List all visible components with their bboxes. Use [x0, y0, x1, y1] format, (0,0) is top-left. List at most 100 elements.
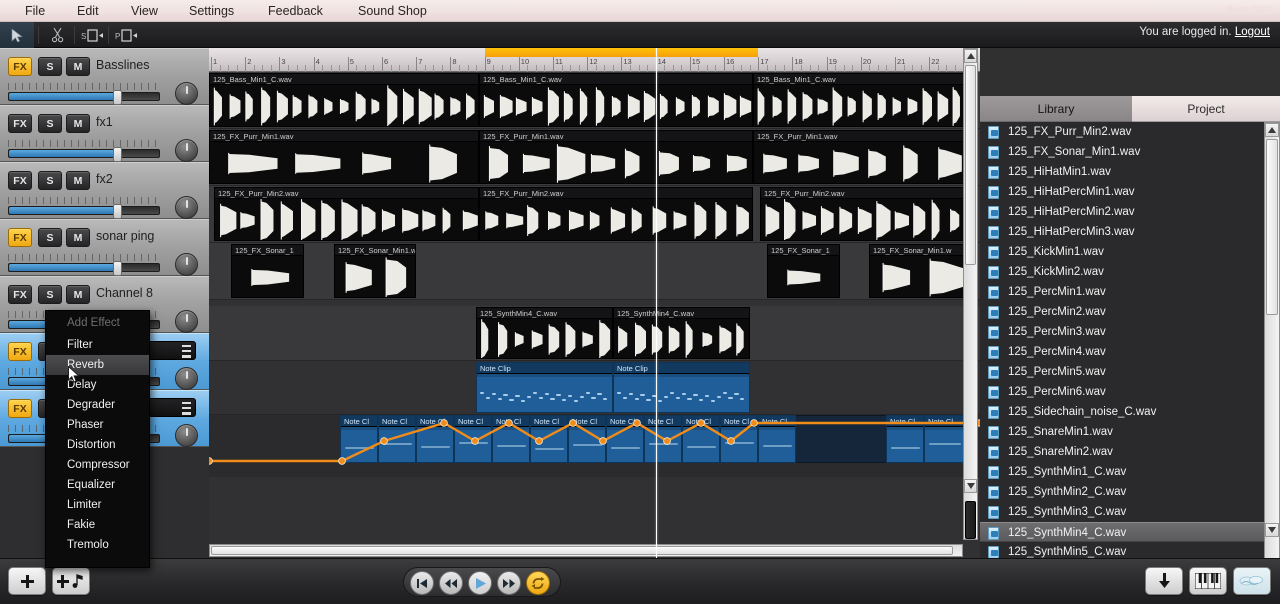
add-note-track-button[interactable] [52, 567, 90, 595]
track-solo-button[interactable]: S [38, 114, 62, 133]
tab-library[interactable]: Library [980, 96, 1132, 122]
context-menu-item[interactable]: Reverb [46, 355, 149, 375]
audio-clip[interactable]: 125_SynthMin4_C.wav [613, 307, 750, 359]
automation-node[interactable] [440, 419, 448, 427]
menu-edit[interactable]: Edit [77, 3, 99, 19]
arrangement-vertical-scrollbar[interactable] [963, 48, 978, 540]
library-file-item[interactable]: 125_HiHatPercMin3.wav [980, 222, 1264, 242]
context-menu-item[interactable]: Filter [46, 335, 149, 355]
add-effect-context-menu[interactable]: Add Effect Filter Reverb Delay Degrader Phas… [45, 310, 150, 568]
library-file-item[interactable]: 125_SynthMin1_C.wav [980, 462, 1264, 482]
track-fx-button[interactable]: FX [8, 57, 32, 76]
audio-clip[interactable]: 125_FX_Sonar_1 [767, 244, 840, 298]
automation-node[interactable] [380, 437, 388, 445]
track-fx-button[interactable]: FX [8, 342, 32, 361]
loop-toggle-button[interactable] [526, 571, 550, 595]
track-header[interactable]: FX S Mfx1 [0, 105, 209, 162]
audio-clip[interactable]: 125_FX_Sonar_Min1.wav [334, 244, 416, 298]
fader-handle[interactable] [113, 261, 123, 276]
tab-project[interactable]: Project [1132, 96, 1280, 122]
audio-clip[interactable]: 125_FX_Purr_Min1.wav [479, 130, 753, 184]
library-file-item[interactable]: 125_FX_Purr_Min2.wav [980, 122, 1264, 142]
track-solo-button[interactable]: S [38, 171, 62, 190]
track-pan-knob[interactable] [175, 310, 198, 333]
note-clip[interactable]: Note Clip [476, 362, 613, 413]
sample-browser-button[interactable] [1233, 567, 1271, 595]
library-file-item[interactable]: 125_SynthMin4_C.wav [980, 522, 1264, 542]
library-scroll-down-arrow[interactable] [1265, 523, 1279, 537]
track-pan-knob[interactable] [175, 139, 198, 162]
menu-feedback[interactable]: Feedback [268, 3, 323, 19]
library-file-item[interactable]: 125_KickMin2.wav [980, 262, 1264, 282]
track-mute-button[interactable]: M [66, 57, 90, 76]
library-file-item[interactable]: 125_PercMin5.wav [980, 362, 1264, 382]
track-lane[interactable]: 125_FX_Sonar_1 125_FX_Sonar_Min1.wav 125_F… [209, 243, 980, 300]
download-button[interactable] [1145, 567, 1183, 595]
context-menu-item[interactable]: Fakie [46, 515, 149, 535]
track-fx-button[interactable]: FX [8, 171, 32, 190]
menu-settings[interactable]: Settings [189, 3, 234, 19]
context-menu-item[interactable]: Tremolo [46, 535, 149, 555]
library-file-item[interactable]: 125_HiHatPercMin2.wav [980, 202, 1264, 222]
automation-node[interactable] [505, 419, 513, 427]
menu-sound-shop[interactable]: Sound Shop [358, 3, 427, 19]
audio-clip[interactable]: 125_SynthMin4_C.wav [476, 307, 613, 359]
audio-clip[interactable]: 125_FX_Sonar_Min1.w [869, 244, 965, 298]
library-file-item[interactable]: 125_PercMin6.wav [980, 382, 1264, 402]
track-solo-button[interactable]: S [38, 57, 62, 76]
context-menu-item[interactable]: Delay [46, 375, 149, 395]
add-track-button[interactable] [8, 567, 46, 595]
track-pan-knob[interactable] [175, 253, 198, 276]
paste-tool-button[interactable]: P [110, 22, 144, 48]
skip-to-start-button[interactable] [410, 571, 434, 595]
track-header[interactable]: FX S Msonar ping [0, 219, 209, 276]
library-file-item[interactable]: 125_SnareMin1.wav [980, 422, 1264, 442]
automation-node[interactable] [750, 419, 758, 427]
library-file-item[interactable]: 125_PercMin1.wav [980, 282, 1264, 302]
automation-node[interactable] [663, 437, 671, 445]
keyboard-button[interactable] [1189, 567, 1227, 595]
context-menu-item[interactable]: Degrader [46, 395, 149, 415]
track-volume-fader[interactable] [8, 204, 160, 219]
cut-tool-button[interactable] [40, 22, 74, 48]
library-file-item[interactable]: 125_HiHatPercMin1.wav [980, 182, 1264, 202]
track-fx-button[interactable]: FX [8, 114, 32, 133]
audio-clip[interactable]: 125_FX_Purr_Min1.wav [753, 130, 965, 184]
automation-node[interactable] [599, 437, 607, 445]
automation-node[interactable] [727, 437, 735, 445]
audio-clip[interactable]: 125_FX_Purr_Min2.wav [214, 187, 479, 241]
track-pan-knob[interactable] [175, 367, 198, 390]
logout-link[interactable]: Logout [1235, 26, 1270, 38]
library-file-item[interactable]: 125_HiHatMin1.wav [980, 162, 1264, 182]
track-pan-knob[interactable] [175, 424, 198, 447]
library-file-item[interactable]: 125_SynthMin2_C.wav [980, 482, 1264, 502]
arrangement-zoom-thumb[interactable] [965, 501, 976, 539]
track-pan-knob[interactable] [175, 196, 198, 219]
context-menu-item[interactable]: Equalizer [46, 475, 149, 495]
library-file-item[interactable]: 125_SnareMin2.wav [980, 442, 1264, 462]
audio-clip[interactable]: 125_FX_Sonar_1 [231, 244, 304, 298]
menu-view[interactable]: View [131, 3, 158, 19]
timeline-ruler[interactable]: 1234567891011121314151617181920212223 [209, 48, 980, 72]
pointer-tool-button[interactable] [0, 22, 34, 48]
track-fx-button[interactable]: FX [8, 228, 32, 247]
playhead[interactable] [655, 48, 657, 558]
library-file-item[interactable]: 125_PercMin2.wav [980, 302, 1264, 322]
audio-clip[interactable]: 125_Bass_Min1_C.wav [209, 73, 479, 127]
audio-clip[interactable]: 125_FX_Purr_Min1.wav [209, 130, 479, 184]
automation-node[interactable] [209, 457, 213, 465]
context-menu-item[interactable]: Limiter [46, 495, 149, 515]
note-clip[interactable]: Note Clip [613, 362, 750, 413]
track-mute-button[interactable]: M [66, 285, 90, 304]
automation-node[interactable] [697, 419, 705, 427]
track-fx-button[interactable]: FX [8, 285, 32, 304]
track-mute-button[interactable]: M [66, 171, 90, 190]
fader-handle[interactable] [113, 147, 123, 162]
track-lane[interactable]: 125_FX_Purr_Min2.wav 125_FX_Purr_Min2.wav… [209, 186, 980, 243]
track-lane[interactable]: Note Clip Note Clip [209, 361, 980, 415]
fast-forward-button[interactable] [497, 571, 521, 595]
arrangement-view[interactable]: 1234567891011121314151617181920212223 12… [209, 48, 980, 558]
track-volume-fader[interactable] [8, 147, 160, 162]
track-mute-button[interactable]: M [66, 228, 90, 247]
library-file-item[interactable]: 125_PercMin3.wav [980, 322, 1264, 342]
